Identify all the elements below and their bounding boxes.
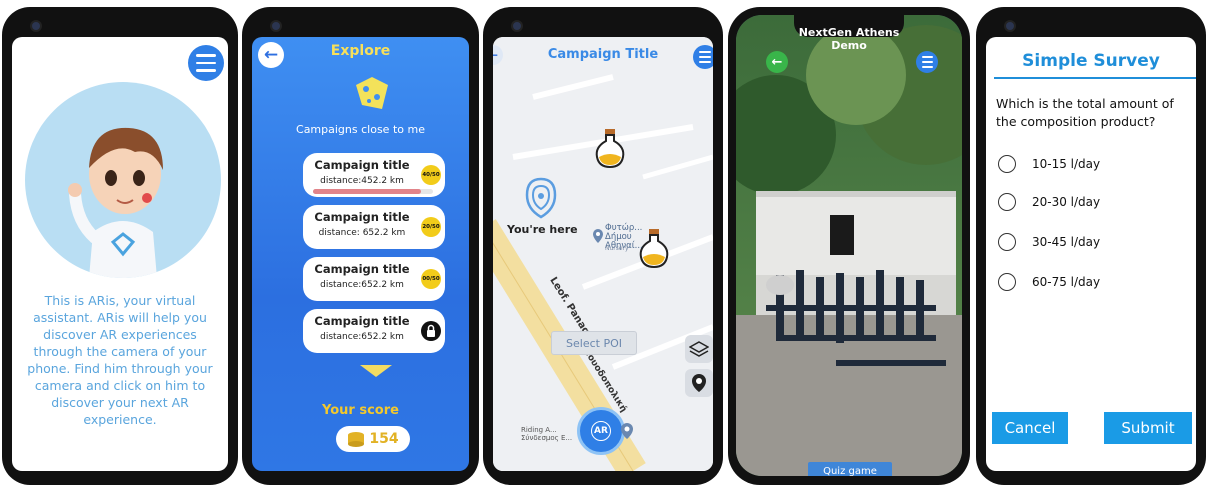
layers-icon [689,341,709,357]
score-label: Your score [322,403,399,418]
campaign-card[interactable]: Campaign title distance:652.2 km [303,309,445,353]
riding-sub-label: Σύνδεσμος Ε... [521,434,573,442]
camera-icon [30,20,42,32]
title-line-1: NextGen Athens [798,26,900,39]
progress-badge: 40/50 [421,165,441,185]
camera-icon [511,20,523,32]
survey-option[interactable]: 20-30 l/day [998,193,1100,211]
option-label: 60-75 l/day [1032,275,1101,289]
campaign-progress-bar [313,189,433,194]
progress-badge: 00/50 [421,269,441,289]
section-subtitle: Campaigns close to me [296,123,425,136]
phone-ar-view: NextGen Athens Demo ← Quiz game [728,7,970,485]
page-title: NextGen Athens Demo [736,26,962,52]
campaign-title: Campaign title [314,314,410,328]
score-badge: 154 [336,426,410,452]
campaign-title: Campaign title [314,158,410,172]
progress-badge: 20/50 [421,217,441,237]
camera-icon [270,20,282,32]
locate-button[interactable] [685,369,713,397]
survey-option[interactable]: 60-75 l/day [998,273,1100,291]
phone-survey: Simple Survey Which is the total amount … [976,7,1206,485]
score-value: 154 [369,431,399,447]
camera-icon [1004,20,1016,32]
radio-button[interactable] [998,273,1016,291]
potion-marker-icon[interactable] [593,129,627,169]
poi-sub-label: Nursery [605,245,629,252]
campaign-title: Campaign title [314,262,410,276]
ar-camera-button[interactable]: AR [577,407,625,455]
poi-pin-icon[interactable] [621,423,633,439]
ar-screen: NextGen Athens Demo ← Quiz game [736,15,962,476]
option-label: 20-30 l/day [1032,195,1101,209]
campaign-card[interactable]: Campaign title distance: 652.2 km 20/50 [303,205,445,249]
submit-button[interactable]: Submit [1104,412,1192,444]
campaign-distance: distance:452.2 km [320,176,404,186]
page-title: Explore [330,43,391,59]
lock-icon [421,321,441,341]
title-line-2: Demo [831,39,867,52]
explore-screen: ← Explore Campaigns close to me Campaign… [252,37,469,471]
assistant-screen: This is ARis, your virtual assistant. AR… [12,37,228,471]
aris-avatar-icon [68,127,163,278]
map-screen: Campaign Title ← You're here Φυτώρ... Δή… [493,37,713,471]
phone-map: Campaign Title ← You're here Φυτώρ... Δή… [483,7,723,485]
menu-button[interactable] [188,45,224,81]
cancel-button[interactable]: Cancel [992,412,1068,444]
coins-icon [348,432,365,447]
poi-pin-icon[interactable] [593,229,603,243]
survey-option[interactable]: 10-15 l/day [998,155,1100,173]
page-title: Campaign Title [547,47,659,62]
user-location-label: You're here [507,223,578,236]
progress-fill [313,189,421,194]
campaign-distance: distance: 652.2 km [318,228,406,238]
radio-button[interactable] [998,155,1016,173]
phone-assistant-intro: This is ARis, your virtual assistant. AR… [2,7,238,485]
map-icon [356,77,388,109]
page-title: Simple Survey [1022,51,1160,71]
riding-label: Riding A... [521,426,557,434]
map-view[interactable] [493,37,713,471]
option-label: 30-45 l/day [1032,235,1101,249]
select-poi-button[interactable]: Select POI [551,331,637,355]
quiz-game-button[interactable]: Quiz game [808,462,892,476]
layers-button[interactable] [685,335,713,363]
title-divider [994,77,1196,79]
radio-button[interactable] [998,233,1016,251]
phone-explore: ← Explore Campaigns close to me Campaign… [242,7,479,485]
campaign-card[interactable]: Campaign title distance:652.2 km 00/50 [303,257,445,301]
fingerprint-location-icon [525,177,557,219]
survey-question: Which is the total amount of the composi… [996,96,1174,129]
location-pin-icon [692,374,706,392]
ar-icon: AR [591,421,611,441]
option-label: 10-15 l/day [1032,157,1101,171]
menu-button[interactable] [693,45,713,69]
ar-camera-view[interactable] [736,15,962,476]
radio-button[interactable] [998,193,1016,211]
campaign-card[interactable]: Campaign title distance:452.2 km 40/50 [303,153,445,197]
survey-option[interactable]: 30-45 l/day [998,233,1100,251]
survey-screen: Simple Survey Which is the total amount … [986,37,1196,471]
campaign-distance: distance:652.2 km [320,280,404,290]
place-label: Riding A... Σύνδεσμος Ε... [521,426,572,442]
campaign-title: Campaign title [314,210,410,224]
assistant-description: This is ARis, your virtual assistant. AR… [27,293,213,427]
menu-button[interactable] [916,51,938,73]
back-arrow-icon[interactable]: ← [766,51,788,73]
avatar-backdrop [25,82,221,278]
campaign-distance: distance:652.2 km [320,332,404,342]
scroll-down-icon[interactable] [360,365,392,377]
